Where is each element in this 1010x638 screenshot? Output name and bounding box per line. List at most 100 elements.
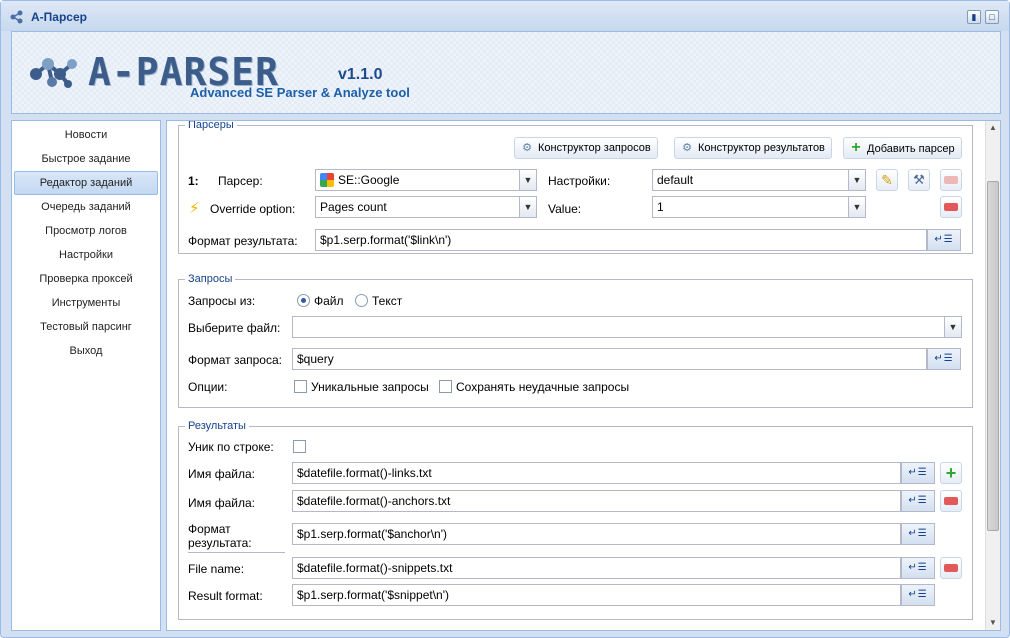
- unique-per-line-checkbox[interactable]: [293, 440, 306, 453]
- add-icon: +: [851, 139, 861, 156]
- query-builder-button[interactable]: ⚙ Конструктор запросов: [514, 137, 658, 159]
- insert-variable-button[interactable]: ↵☰: [927, 348, 961, 370]
- chevron-down-icon[interactable]: ▼: [848, 197, 865, 217]
- radio-file-label: Файл: [314, 294, 344, 308]
- vertical-scrollbar[interactable]: ▲ ▼: [985, 121, 1000, 630]
- parser-row-index: 1:: [188, 174, 199, 188]
- parsers-legend: Парсеры: [188, 120, 234, 131]
- remove-override-button[interactable]: [940, 196, 962, 218]
- query-format-label: Формат запроса:: [188, 353, 282, 367]
- result-format-label: Формат результата:: [188, 234, 298, 248]
- minus-icon: [944, 176, 958, 184]
- override-label: Override option:: [210, 202, 296, 216]
- radio-text-label: Текст: [372, 294, 403, 308]
- options-label: Опции:: [188, 380, 228, 394]
- app-logo-icon: [10, 10, 23, 24]
- result-format-input[interactable]: $p1.serp.format('$snippet\n'): [292, 584, 901, 606]
- return-icon: ↵: [934, 234, 944, 245]
- sidebar-item-test-parsing[interactable]: Тестовый парсинг: [14, 315, 158, 339]
- add-icon: +: [945, 463, 957, 483]
- chevron-down-icon[interactable]: ▼: [848, 170, 865, 190]
- sidebar-item-proxy-check[interactable]: Проверка проксей: [14, 267, 158, 291]
- insert-variable-button[interactable]: ↵☰: [901, 490, 935, 512]
- sidebar-item-news[interactable]: Новости: [14, 123, 158, 147]
- result-row-label: Result format:: [188, 589, 263, 603]
- result-file-input[interactable]: $datefile.format()-links.txt: [292, 462, 901, 484]
- title-bar: A-Парсер ▮ □: [1, 1, 1009, 31]
- remove-result-button[interactable]: [940, 557, 962, 579]
- return-icon: ↵: [908, 589, 918, 600]
- parser-select[interactable]: SE::Google ▼: [315, 169, 537, 191]
- remove-parser-button-disabled: [940, 169, 962, 191]
- sidebar-item-logs[interactable]: Просмотр логов: [14, 219, 158, 243]
- minus-icon: [944, 564, 958, 572]
- list-icon: ☰: [943, 353, 954, 364]
- parser-select-value: SE::Google: [338, 173, 400, 187]
- chevron-down-icon[interactable]: ▼: [519, 170, 536, 190]
- sidebar-item-settings[interactable]: Настройки: [14, 243, 158, 267]
- insert-variable-button[interactable]: ↵☰: [901, 584, 935, 606]
- unique-queries-label: Уникальные запросы: [311, 380, 429, 394]
- unique-queries-checkbox[interactable]: [294, 380, 307, 393]
- list-icon: ☰: [917, 528, 928, 539]
- task-editor-panel: Парсеры ⚙ Конструктор запросов ⚙ Конструкт…: [166, 120, 1001, 631]
- insert-variable-button[interactable]: ↵☰: [901, 523, 935, 545]
- radio-file[interactable]: [297, 294, 310, 307]
- query-format-input[interactable]: $query: [292, 348, 927, 370]
- queries-legend: Запросы: [188, 273, 233, 285]
- row-divider: [188, 552, 285, 553]
- maximize-icon[interactable]: □: [985, 10, 999, 24]
- add-parser-button[interactable]: + Добавить парсер: [843, 137, 962, 159]
- value-select-value: 1: [657, 200, 664, 214]
- settings-label: Настройки:: [548, 174, 611, 188]
- edit-settings-button[interactable]: ✎: [876, 169, 898, 191]
- result-row-label: Формат результата:: [188, 522, 252, 550]
- header-banner: A-PARSER v1.1.0 Advanced SE Parser & Ana…: [11, 31, 1001, 114]
- list-icon: ☰: [917, 467, 928, 478]
- sidebar-item-task-queue[interactable]: Очередь заданий: [14, 195, 158, 219]
- query-builder-icon: ⚙: [522, 142, 532, 154]
- sidebar-item-quick-task[interactable]: Быстрое задание: [14, 147, 158, 171]
- result-row-label: Имя файла:: [188, 496, 255, 510]
- value-label: Value:: [548, 202, 582, 216]
- scroll-down-icon[interactable]: ▼: [986, 616, 1000, 630]
- lightning-icon: ⚡: [189, 200, 200, 217]
- sidebar-item-task-editor[interactable]: Редактор заданий: [14, 171, 158, 195]
- value-select[interactable]: 1 ▼: [652, 196, 866, 218]
- remove-result-button[interactable]: [940, 490, 962, 512]
- result-file-input[interactable]: $datefile.format()-anchors.txt: [292, 490, 901, 512]
- list-icon: ☰: [917, 495, 928, 506]
- settings-select[interactable]: default ▼: [652, 169, 866, 191]
- result-row-label: Имя файла:: [188, 467, 255, 481]
- parser-label: Парсер:: [218, 174, 263, 188]
- save-failed-checkbox[interactable]: [439, 380, 452, 393]
- sidebar-item-exit[interactable]: Выход: [14, 339, 158, 363]
- sidebar-item-tools[interactable]: Инструменты: [14, 291, 158, 315]
- logo-tagline: Advanced SE Parser & Analyze tool: [190, 85, 410, 100]
- pin-icon[interactable]: ▮: [967, 10, 981, 24]
- override-select[interactable]: Pages count ▼: [315, 196, 537, 218]
- window-title: A-Парсер: [31, 10, 87, 24]
- tools-button[interactable]: ⚒: [908, 169, 930, 191]
- query-builder-label: Конструктор запросов: [538, 142, 651, 154]
- add-result-button[interactable]: +: [940, 462, 962, 484]
- result-file-input[interactable]: $datefile.format()-snippets.txt: [292, 557, 901, 579]
- return-icon: ↵: [908, 495, 918, 506]
- pencil-icon: ✎: [881, 172, 893, 188]
- insert-variable-button[interactable]: ↵☰: [901, 557, 935, 579]
- wrench-icon: ⚒: [913, 172, 925, 187]
- insert-variable-button[interactable]: ↵☰: [901, 462, 935, 484]
- minus-icon: [944, 497, 958, 505]
- chevron-down-icon[interactable]: ▼: [519, 197, 536, 217]
- unique-per-line-label: Уник по строке:: [188, 440, 274, 454]
- save-failed-label: Сохранять неудачные запросы: [456, 380, 630, 394]
- result-format-input[interactable]: $p1.serp.format('$anchor\n'): [292, 523, 901, 545]
- result-format-input[interactable]: $p1.serp.format('$link\n'): [315, 229, 927, 251]
- result-builder-button[interactable]: ⚙ Конструктор результатов: [674, 137, 832, 159]
- scroll-up-icon[interactable]: ▲: [986, 121, 1000, 135]
- radio-text[interactable]: [355, 294, 368, 307]
- chevron-down-icon[interactable]: ▼: [944, 317, 961, 337]
- insert-variable-button[interactable]: ↵☰: [927, 229, 961, 251]
- scrollbar-thumb[interactable]: [987, 181, 999, 531]
- choose-file-select[interactable]: ▼: [292, 316, 962, 338]
